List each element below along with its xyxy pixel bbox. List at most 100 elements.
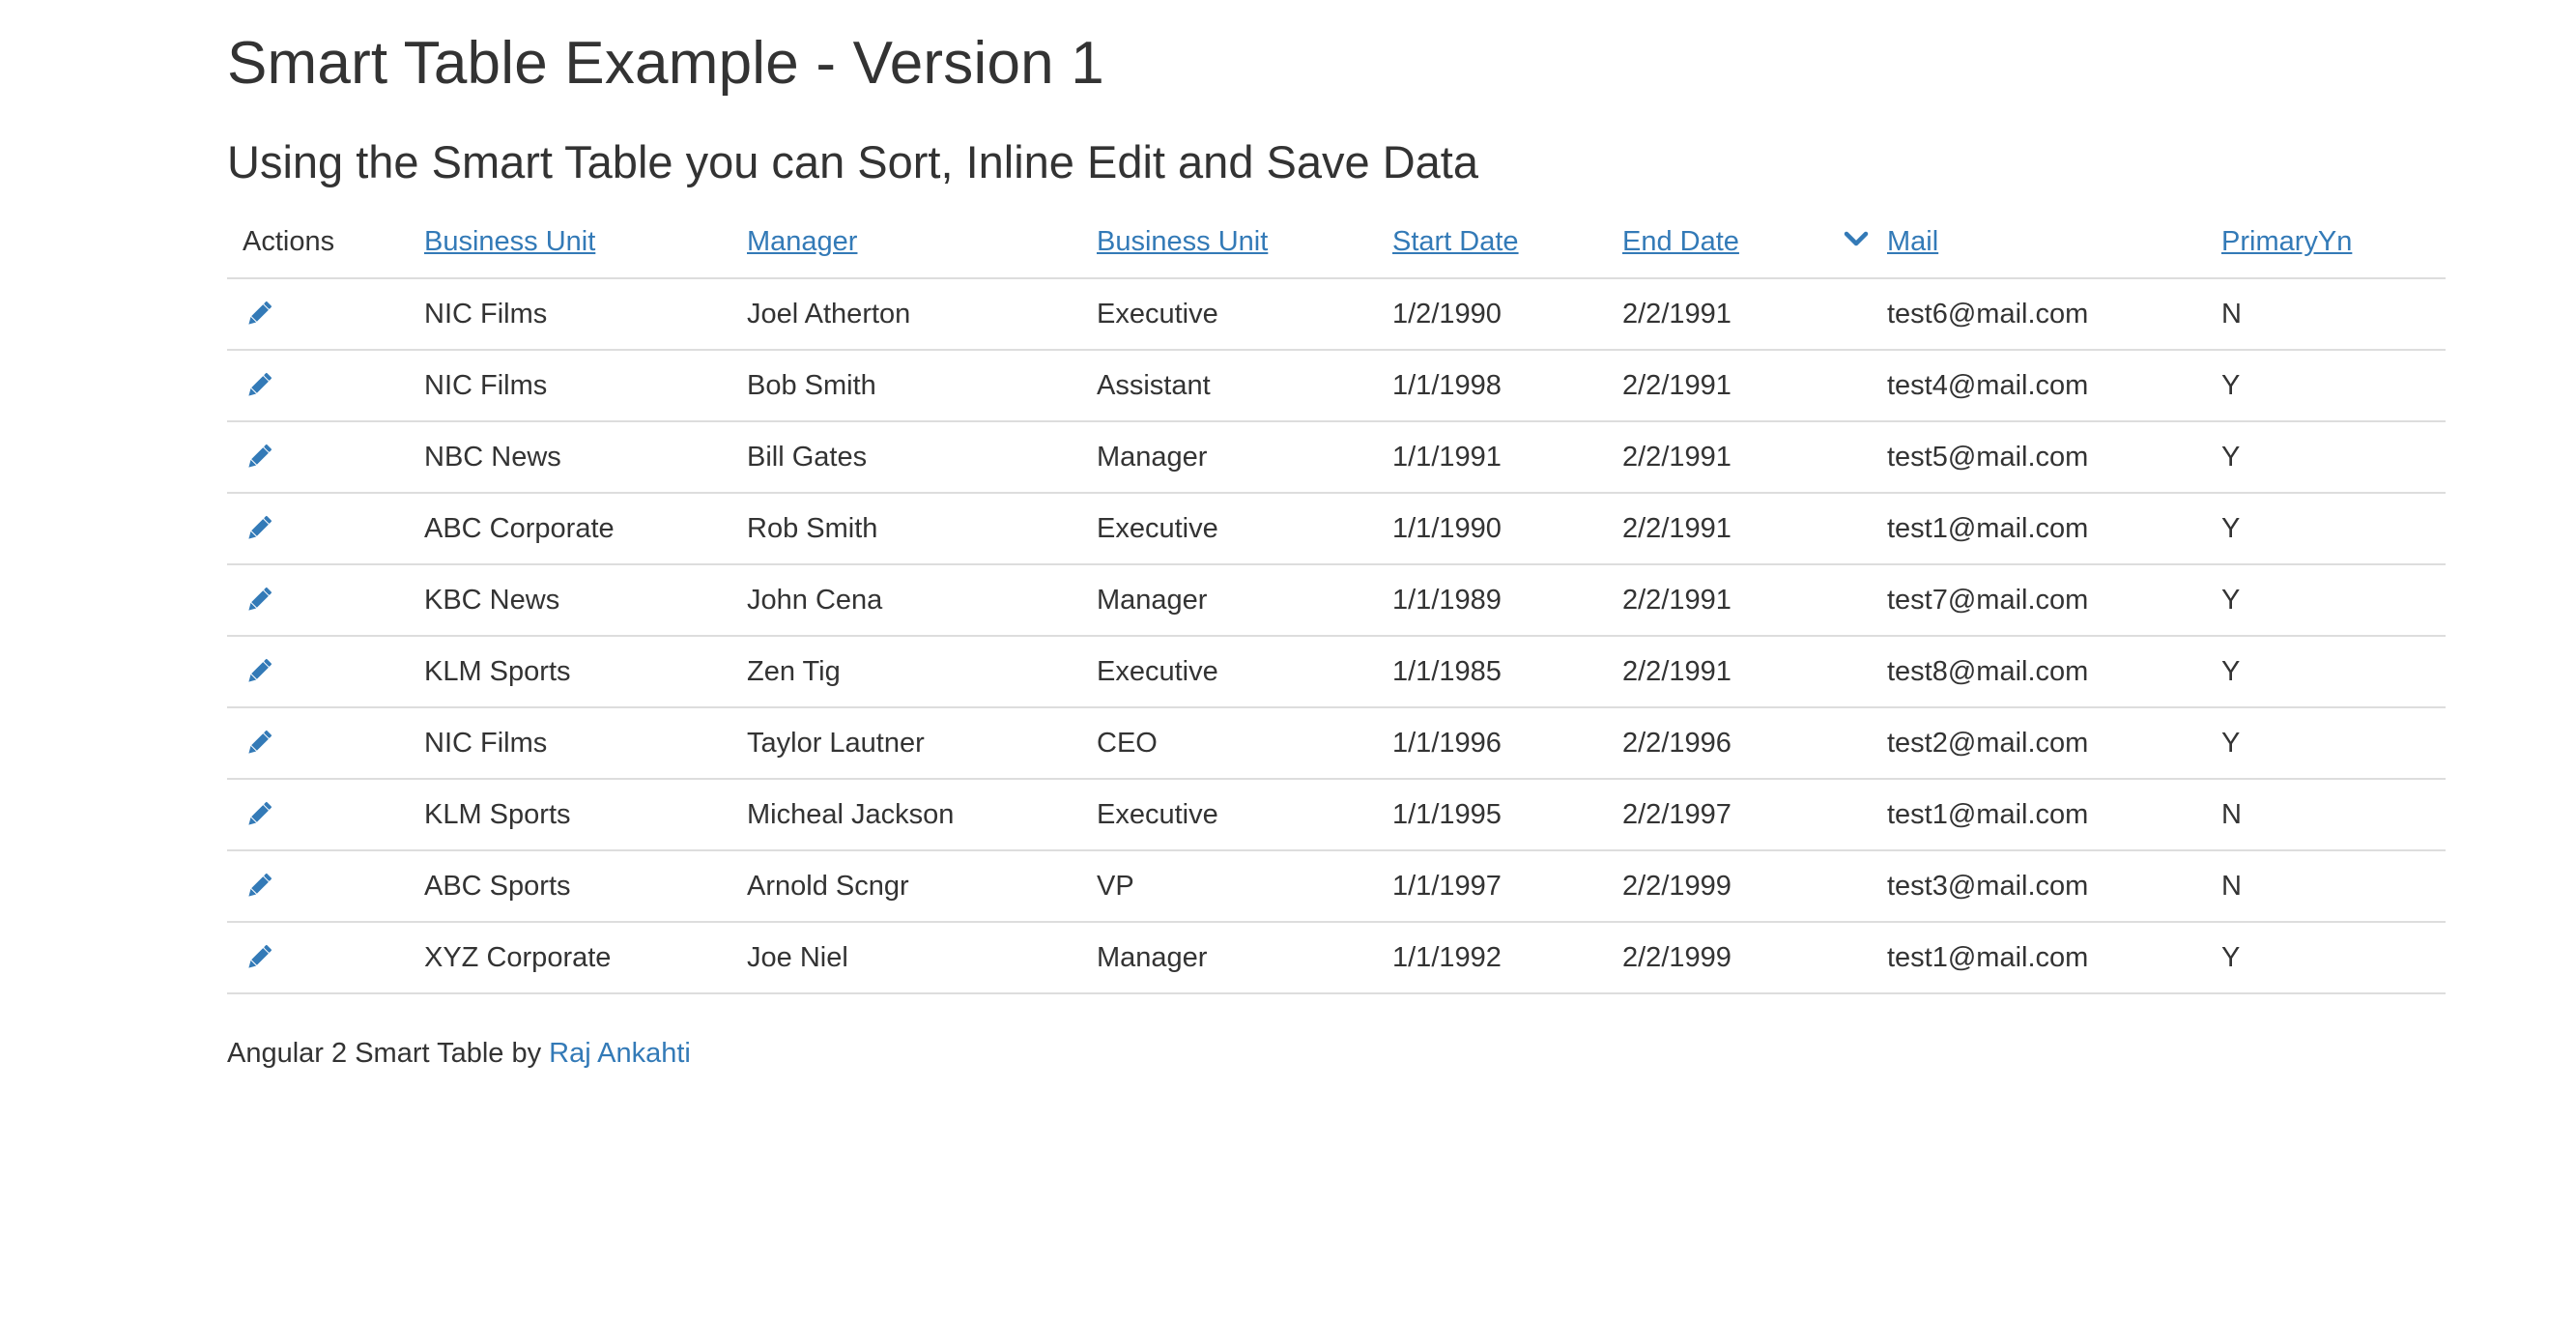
cell-actions [227,779,409,850]
cell-end-date: 2/2/1996 [1622,727,1732,759]
cell-actions [227,421,409,493]
pencil-icon[interactable] [243,369,275,402]
cell-mail: test8@mail.com [1887,655,2089,687]
table-row: NBC News Bill Gates Manager 1/1/1991 2/2/199… [227,421,2446,493]
sort-link-primaryyn[interactable]: PrimaryYn [2221,226,2352,257]
cell-start-date: 1/1/1992 [1392,941,1502,973]
pencil-icon[interactable] [243,727,275,760]
table-row: XYZ Corporate Joe Niel Manager 1/1/1992 2/2/… [227,922,2446,993]
pencil-icon[interactable] [243,512,275,545]
sort-link-business-unit-2[interactable]: Business Unit [1097,226,1268,257]
cell-role: Executive [1097,655,1218,687]
cell-manager: Arnold Scngr [747,870,909,902]
cell-business-unit: KBC News [424,584,560,616]
cell-mail: test1@mail.com [1887,798,2089,830]
table-row: NIC Films Bob Smith Assistant 1/1/1998 2/2/1… [227,350,2446,421]
cell-mail: test7@mail.com [1887,584,2089,616]
cell-primary: N [2221,298,2242,330]
cell-mail: test1@mail.com [1887,512,2089,544]
cell-manager: Taylor Lautner [747,727,925,759]
cell-start-date: 1/1/1989 [1392,584,1502,616]
cell-actions [227,350,409,421]
cell-primary: Y [2221,369,2241,401]
cell-business-unit: NBC News [424,441,561,473]
cell-end-date: 2/2/1991 [1622,512,1732,544]
sort-link-manager[interactable]: Manager [747,226,857,257]
cell-actions [227,564,409,636]
table-row: ABC Corporate Rob Smith Executive 1/1/1990 2… [227,493,2446,564]
cell-end-date: 2/2/1997 [1622,798,1732,830]
cell-business-unit: NIC Films [424,727,548,759]
cell-primary: N [2221,870,2242,902]
pencil-icon[interactable] [243,441,275,473]
sort-link-start-date[interactable]: Start Date [1392,226,1519,257]
table-body: NIC Films Joel Atherton Executive 1/2/1990 2… [227,278,2446,993]
table-row: KLM Sports Micheal Jackson Executive 1/1/19… [227,779,2446,850]
cell-mail: test5@mail.com [1887,441,2089,473]
cell-manager: Bob Smith [747,369,876,401]
cell-mail: test3@mail.com [1887,870,2089,902]
cell-actions [227,636,409,707]
chevron-down-icon[interactable] [1844,226,1869,251]
column-header-actions: Actions [227,207,409,278]
pencil-icon[interactable] [243,655,275,688]
cell-business-unit: KLM Sports [424,655,571,687]
cell-mail: test4@mail.com [1887,369,2089,401]
table-row: ABC Sports Arnold Scngr VP 1/1/1997 2/2/1999… [227,850,2446,922]
cell-end-date: 2/2/1999 [1622,941,1732,973]
cell-actions [227,922,409,993]
cell-role: Manager [1097,441,1208,473]
cell-business-unit: ABC Corporate [424,512,615,544]
cell-business-unit: ABC Sports [424,870,571,902]
sort-link-end-date[interactable]: End Date [1622,226,1739,258]
cell-manager: Rob Smith [747,512,878,544]
cell-end-date: 2/2/1991 [1622,369,1732,401]
cell-end-date: 2/2/1991 [1622,298,1732,330]
cell-role: VP [1097,870,1134,902]
footer: Angular 2 Smart Table by Raj Ankahti [227,1038,691,1070]
cell-primary: Y [2221,941,2241,973]
cell-primary: Y [2221,655,2241,687]
cell-manager: Joel Atherton [747,298,911,330]
cell-business-unit: XYZ Corporate [424,941,612,973]
cell-actions [227,707,409,779]
cell-start-date: 1/1/1995 [1392,798,1502,830]
sort-link-mail[interactable]: Mail [1887,226,1938,257]
sort-link-business-unit[interactable]: Business Unit [424,226,595,257]
cell-start-date: 1/1/1998 [1392,369,1502,401]
cell-business-unit: NIC Films [424,298,548,330]
cell-primary: Y [2221,584,2241,616]
column-header-manager[interactable]: Manager [731,207,1081,278]
table-row: NIC Films Joel Atherton Executive 1/2/1990 2… [227,278,2446,350]
smart-table: Actions Business Unit Manager Business U… [227,207,2446,994]
pencil-icon[interactable] [243,870,275,903]
table-row: KLM Sports Zen Tig Executive 1/1/1985 2/2/19… [227,636,2446,707]
cell-end-date: 2/2/1999 [1622,870,1732,902]
pencil-icon[interactable] [243,584,275,617]
pencil-icon[interactable] [243,941,275,974]
column-header-business-unit-2[interactable]: Business Unit [1081,207,1377,278]
table-row: KBC News John Cena Manager 1/1/1989 2/2/1991… [227,564,2446,636]
table-header-row: Actions Business Unit Manager Business U… [227,207,2446,278]
column-header-mail[interactable]: Mail [1872,207,2206,278]
cell-start-date: 1/1/1985 [1392,655,1502,687]
cell-primary: Y [2221,441,2241,473]
column-header-start-date[interactable]: Start Date [1377,207,1607,278]
cell-start-date: 1/1/1996 [1392,727,1502,759]
column-header-label: Actions [243,226,335,257]
cell-primary: N [2221,798,2242,830]
footer-text: Angular 2 Smart Table by [227,1038,550,1069]
table-row: NIC Films Taylor Lautner CEO 1/1/1996 2/2/19… [227,707,2446,779]
pencil-icon[interactable] [243,798,275,831]
cell-start-date: 1/1/1991 [1392,441,1502,473]
pencil-icon[interactable] [243,298,275,330]
cell-actions [227,850,409,922]
column-header-end-date[interactable]: End Date [1607,207,1872,278]
author-link[interactable]: Raj Ankahti [549,1038,691,1069]
column-header-business-unit[interactable]: Business Unit [409,207,731,278]
cell-manager: John Cena [747,584,883,616]
cell-role: Manager [1097,584,1208,616]
cell-business-unit: NIC Films [424,369,548,401]
column-header-primaryyn[interactable]: PrimaryYn [2206,207,2446,278]
cell-start-date: 1/1/1990 [1392,512,1502,544]
